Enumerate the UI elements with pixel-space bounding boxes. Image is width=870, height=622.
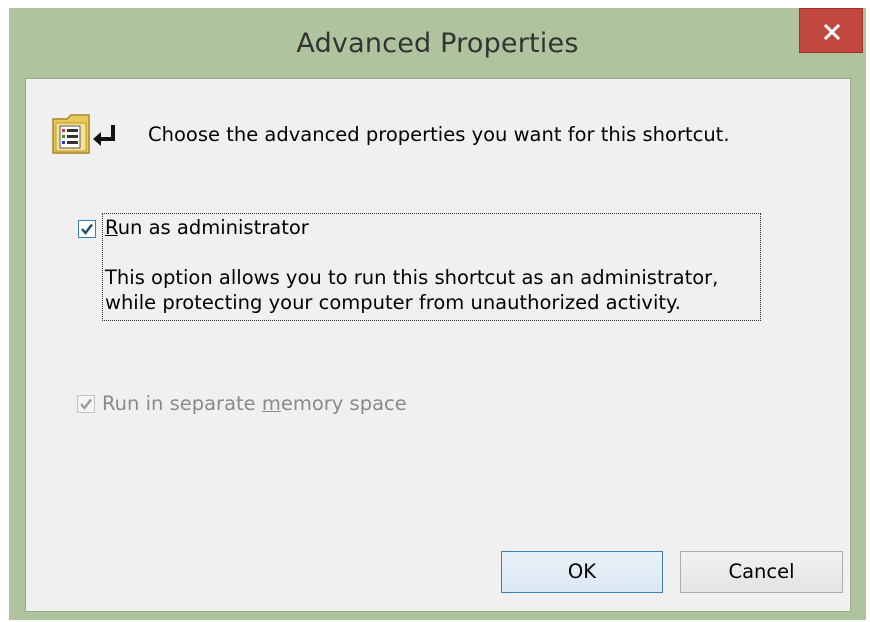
description-line-2: while protecting your computer from unau… bbox=[105, 291, 681, 314]
intro-text: Choose the advanced properties you want … bbox=[148, 123, 730, 146]
separate-memory-label-before: Run in separate bbox=[102, 392, 262, 415]
ok-button[interactable]: OK bbox=[501, 551, 663, 593]
shortcut-folder-icon bbox=[49, 109, 121, 165]
close-icon bbox=[824, 24, 840, 40]
run-as-admin-checkbox[interactable] bbox=[78, 220, 96, 238]
checkmark-icon bbox=[81, 223, 93, 235]
separate-memory-checkbox bbox=[77, 395, 95, 413]
dialog-title: Advanced Properties bbox=[296, 28, 579, 59]
run-as-admin-label-text: un as administrator bbox=[117, 216, 309, 239]
close-button[interactable] bbox=[799, 8, 863, 53]
separate-memory-label: Run in separate memory space bbox=[102, 392, 407, 415]
dialog-body: Choose the advanced properties you want … bbox=[25, 78, 851, 612]
run-as-admin-description: This option allows you to run this short… bbox=[105, 265, 718, 315]
separate-memory-label-after: emory space bbox=[280, 392, 407, 415]
description-line-1: This option allows you to run this short… bbox=[105, 266, 719, 289]
advanced-properties-dialog: Advanced Properties Choose the advanced … bbox=[9, 8, 866, 620]
run-as-admin-label[interactable]: Run as administrator bbox=[105, 216, 309, 239]
access-key-m: m bbox=[261, 392, 281, 415]
access-key-r: R bbox=[105, 216, 118, 239]
cancel-button[interactable]: Cancel bbox=[680, 551, 843, 593]
checkmark-icon bbox=[80, 398, 92, 410]
